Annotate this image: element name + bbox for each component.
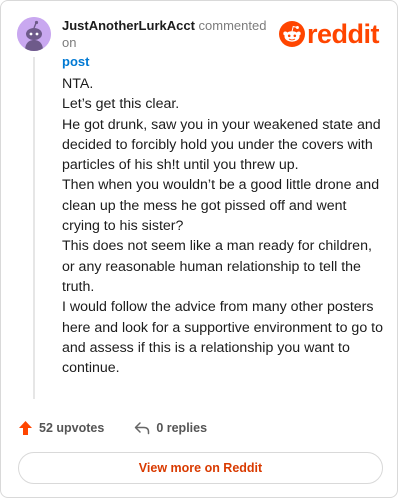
comment-paragraph: Let’s get this clear. (62, 96, 180, 113)
comment-actions: 52 upvotes 0 replies (18, 418, 207, 438)
upvote-count: 52 upvotes (39, 421, 105, 435)
comment-paragraph: I would follow the advice from many othe… (62, 299, 383, 377)
comment-paragraph: This does not seem like a man ready for … (62, 238, 372, 295)
upvote-button[interactable]: 52 upvotes (18, 420, 104, 436)
comment-paragraph: He got drunk, saw you in your weakened s… (62, 116, 381, 174)
upvote-arrow-icon (19, 421, 32, 435)
username[interactable]: JustAnotherLurkAcct (62, 18, 195, 33)
reply-button[interactable]: 0 replies (134, 421, 207, 435)
reddit-wordmark: reddit (307, 19, 380, 49)
comment-paragraph: Then when you wouldn’t be a good little … (62, 177, 380, 235)
thread-line (33, 57, 35, 399)
post-link[interactable]: post (62, 53, 282, 70)
reply-arrow-icon (135, 422, 150, 435)
reddit-logo[interactable]: reddit (279, 19, 387, 49)
view-more-button[interactable]: View more on Reddit (18, 452, 383, 484)
avatar[interactable] (17, 17, 51, 51)
snoo-avatar-icon (17, 17, 51, 51)
comment-embed-card: JustAnotherLurkAcct commented on post re… (0, 0, 398, 498)
reddit-snoo-icon (279, 21, 305, 47)
reply-count: 0 replies (156, 421, 208, 435)
comment-paragraph: NTA. (62, 76, 94, 92)
comment-body: NTA. Let’s get this clear. He got drunk,… (62, 74, 384, 378)
comment-header: JustAnotherLurkAcct commented on post (62, 17, 282, 70)
